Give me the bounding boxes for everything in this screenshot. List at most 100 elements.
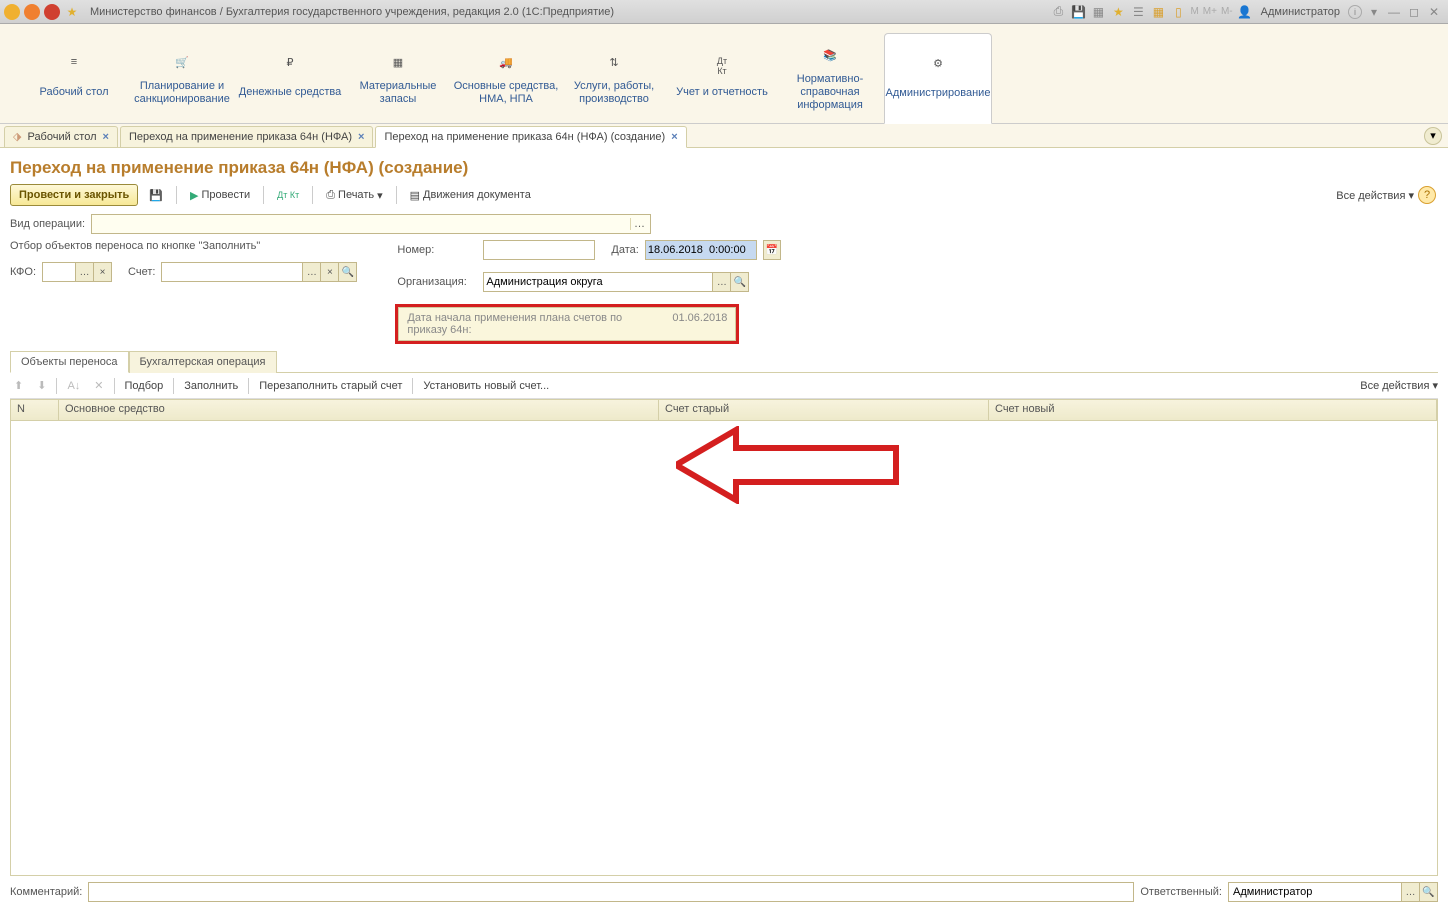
bar-icon[interactable]: ▯ — [1170, 4, 1186, 20]
delete-icon[interactable]: ✕ — [90, 377, 107, 394]
account-label: Счет: — [128, 266, 155, 278]
post-button[interactable]: ▶Провести — [185, 184, 255, 206]
ellipsis-icon[interactable]: … — [1401, 883, 1419, 901]
desktop-icon: ⬗ — [13, 130, 21, 143]
dtkt-icon: Дт Кт — [277, 190, 299, 200]
close-icon[interactable]: × — [671, 131, 677, 143]
post-and-close-button[interactable]: Провести и закрыть — [10, 184, 138, 206]
printer-icon: ⎙ — [326, 189, 335, 202]
tabs-overflow-icon[interactable]: ▾ — [1424, 127, 1442, 145]
account-input[interactable]: … × 🔍 — [161, 262, 357, 282]
clear-icon[interactable]: × — [320, 263, 338, 281]
close-icon[interactable]: × — [358, 131, 364, 143]
tab-accounting-op[interactable]: Бухгалтерская операция — [129, 351, 277, 373]
nav-reference[interactable]: 📚 Нормативно-справочная информация — [776, 32, 884, 123]
dtkt-button[interactable]: Дт Кт — [272, 184, 304, 206]
table-body[interactable] — [10, 421, 1438, 876]
ellipsis-icon[interactable]: … — [712, 273, 730, 291]
account-field[interactable] — [162, 263, 302, 281]
memory-m[interactable]: M — [1190, 6, 1198, 17]
move-up-icon[interactable]: ⬆ — [10, 377, 27, 394]
nav-label: Основные средства, НМА, НПА — [452, 80, 560, 106]
star2-icon[interactable]: ★ — [1110, 4, 1126, 20]
ellipsis-icon[interactable]: … — [630, 218, 648, 230]
org-input[interactable]: … 🔍 — [483, 272, 749, 292]
search-icon[interactable]: 🔍 — [1419, 883, 1437, 901]
calendar-icon[interactable]: 📅 — [763, 240, 781, 260]
button-label: Все действия — [1336, 190, 1405, 202]
number-field[interactable] — [484, 241, 594, 259]
set-new-button[interactable]: Установить новый счет... — [419, 378, 553, 394]
movements-button[interactable]: ▤Движения документа — [405, 184, 536, 206]
number-label: Номер: — [397, 244, 477, 256]
star-icon[interactable]: ★ — [64, 4, 80, 20]
doc-icon: ▤ — [410, 189, 420, 202]
save-icon[interactable]: 💾 — [1070, 4, 1086, 20]
col-new[interactable]: Счет новый — [989, 400, 1437, 420]
comment-field[interactable] — [89, 883, 1133, 901]
tab-transition-create[interactable]: Переход на применение приказа 64н (НФА) … — [375, 126, 686, 148]
minimize-icon[interactable]: — — [1386, 4, 1402, 20]
kfo-field[interactable] — [43, 263, 75, 281]
maximize-icon[interactable]: ◻ — [1406, 4, 1422, 20]
page-title: Переход на применение приказа 64н (НФА) … — [10, 158, 1438, 178]
col-asset[interactable]: Основное средство — [59, 400, 659, 420]
tab-transition[interactable]: Переход на применение приказа 64н (НФА) … — [120, 126, 374, 148]
search-icon[interactable]: 🔍 — [730, 273, 748, 291]
back-icon[interactable] — [24, 4, 40, 20]
forward-icon[interactable] — [44, 4, 60, 20]
sort-asc-icon[interactable]: A↓ — [63, 378, 84, 394]
nav-desktop[interactable]: ≡ Рабочий стол — [20, 32, 128, 123]
responsible-value: Администратор — [1229, 886, 1401, 898]
link-icon[interactable]: ☰ — [1130, 4, 1146, 20]
books-icon: 📚 — [821, 49, 839, 67]
separator — [412, 378, 413, 394]
search-icon[interactable]: 🔍 — [338, 263, 356, 281]
nav-label: Учет и отчетность — [676, 80, 768, 106]
main-content: Переход на применение приказа 64н (НФА) … — [0, 148, 1448, 908]
move-down-icon[interactable]: ⬇ — [33, 377, 50, 394]
memory-mplus[interactable]: M+ — [1203, 6, 1217, 17]
ellipsis-icon[interactable]: … — [75, 263, 93, 281]
comment-input[interactable] — [88, 882, 1134, 902]
nav-materials[interactable]: ▦ Материальные запасы — [344, 32, 452, 123]
calendar-icon[interactable]: ▦ — [1150, 4, 1166, 20]
nav-money[interactable]: ₽ Денежные средства — [236, 32, 344, 123]
app-icon — [4, 4, 20, 20]
separator — [312, 186, 313, 204]
all-actions-table-button[interactable]: Все действия ▾ — [1360, 379, 1438, 392]
dropdown-icon[interactable]: ▾ — [1366, 4, 1382, 20]
nav-services[interactable]: ⇅ Услуги, работы, производство — [560, 32, 668, 123]
number-input[interactable] — [483, 240, 595, 260]
memory-mminus[interactable]: M- — [1221, 6, 1233, 17]
nav-label: Нормативно-справочная информация — [776, 73, 884, 112]
col-n[interactable]: N — [11, 400, 59, 420]
date-field[interactable] — [646, 241, 756, 259]
print-button[interactable]: ⎙Печать▾ — [321, 184, 387, 206]
pick-button[interactable]: Подбор — [121, 378, 168, 394]
tab-desktop[interactable]: ⬗ Рабочий стол × — [4, 126, 118, 148]
close-icon[interactable]: ✕ — [1426, 4, 1442, 20]
clear-icon[interactable]: × — [93, 263, 111, 281]
org-field[interactable] — [484, 273, 712, 291]
fill-button[interactable]: Заполнить — [180, 378, 242, 394]
tab-objects[interactable]: Объекты переноса — [10, 351, 129, 373]
nav-planning[interactable]: 🛒 Планирование и санкционирование — [128, 32, 236, 123]
operation-type-input[interactable]: … — [91, 214, 651, 234]
all-actions-button[interactable]: Все действия ▾ — [1336, 189, 1414, 202]
responsible-input[interactable]: Администратор … 🔍 — [1228, 882, 1438, 902]
info-icon[interactable]: i — [1348, 5, 1362, 19]
calc-icon[interactable]: ▦ — [1090, 4, 1106, 20]
date-input[interactable] — [645, 240, 757, 260]
ellipsis-icon[interactable]: … — [302, 263, 320, 281]
refill-old-button[interactable]: Перезаполнить старый счет — [255, 378, 406, 394]
nav-assets[interactable]: 🚚 Основные средства, НМА, НПА — [452, 32, 560, 123]
print-icon[interactable]: ⎙ — [1050, 4, 1066, 20]
close-icon[interactable]: × — [103, 131, 109, 143]
save-button[interactable]: 💾 — [144, 184, 168, 206]
col-old[interactable]: Счет старый — [659, 400, 989, 420]
nav-admin[interactable]: ⚙ Администрирование — [884, 33, 992, 124]
help-icon[interactable]: ? — [1418, 186, 1436, 204]
kfo-input[interactable]: … × — [42, 262, 112, 282]
nav-accounting[interactable]: Дт Кт Учет и отчетность — [668, 32, 776, 123]
